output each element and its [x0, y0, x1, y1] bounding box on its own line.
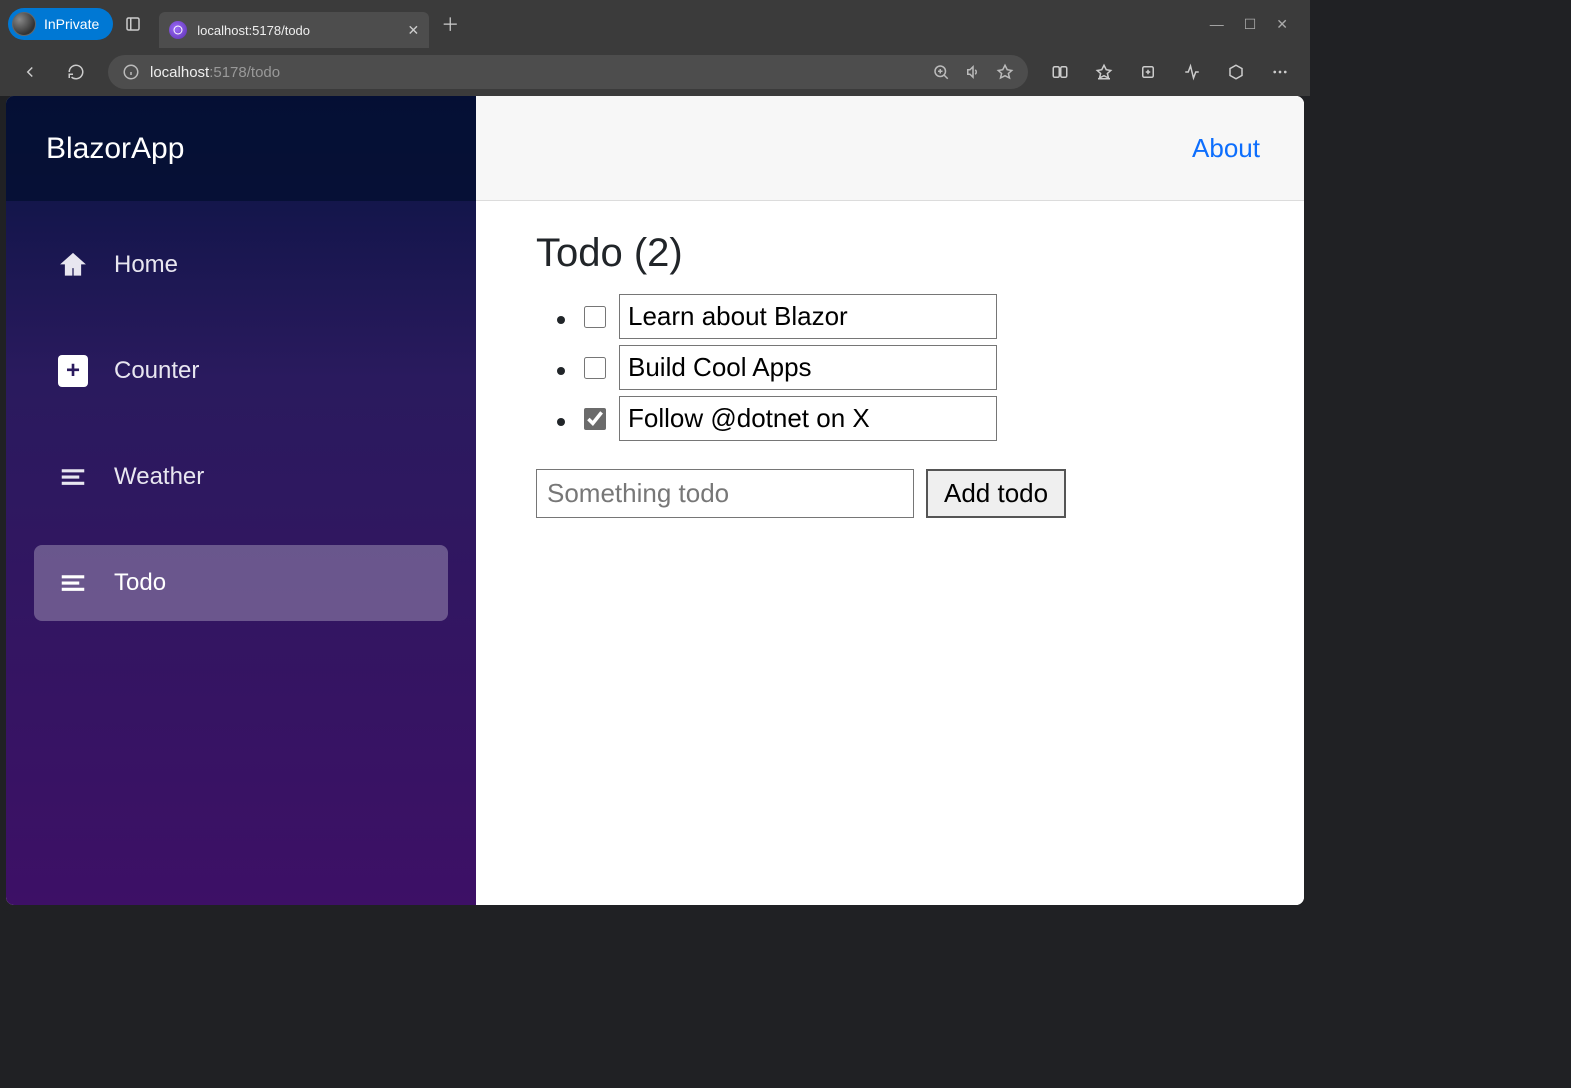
back-button[interactable]	[10, 54, 50, 90]
refresh-button[interactable]	[56, 54, 96, 90]
app-brand[interactable]: BlazorApp	[6, 96, 476, 201]
list-icon	[58, 568, 88, 598]
todo-item	[580, 345, 1244, 390]
inprivate-badge[interactable]: InPrivate	[8, 8, 113, 40]
todo-title-input[interactable]	[619, 396, 997, 441]
todo-title-input[interactable]	[619, 345, 997, 390]
favorites-icon[interactable]	[1084, 54, 1124, 90]
inprivate-label: InPrivate	[44, 16, 99, 32]
performance-icon[interactable]	[1172, 54, 1212, 90]
tab-actions-button[interactable]	[113, 6, 153, 42]
new-tab-button[interactable]: ＋	[441, 11, 459, 37]
plus-icon: +	[58, 356, 88, 386]
page-content: Todo (2) Add todo	[476, 201, 1304, 548]
titlebar: InPrivate localhost:5178/todo ✕ ＋ — ☐ ✕	[0, 0, 1310, 48]
avatar-icon	[12, 12, 36, 36]
window-controls: — ☐ ✕	[1210, 16, 1302, 33]
sidebar-item-label: Home	[114, 251, 178, 279]
info-icon	[122, 63, 140, 81]
tab-title: localhost:5178/todo	[197, 23, 310, 38]
favicon-icon	[169, 21, 187, 39]
todo-title-input[interactable]	[619, 294, 997, 339]
address-text: localhost:5178/todo	[150, 64, 280, 81]
todo-checkbox[interactable]	[584, 408, 606, 430]
browser-window: InPrivate localhost:5178/todo ✕ ＋ — ☐ ✕	[0, 0, 1310, 911]
todo-list	[536, 294, 1244, 441]
sidebar-item-label: Counter	[114, 357, 199, 385]
todo-item	[580, 294, 1244, 339]
todo-item	[580, 396, 1244, 441]
sidebar-item-label: Todo	[114, 569, 166, 597]
add-todo-button[interactable]: Add todo	[926, 469, 1066, 518]
menu-button[interactable]	[1260, 54, 1300, 90]
minimize-icon[interactable]: —	[1210, 16, 1224, 33]
close-tab-icon[interactable]: ✕	[408, 22, 420, 39]
favorite-icon[interactable]	[996, 63, 1014, 81]
sidebar-item-label: Weather	[114, 463, 204, 491]
browser-tab[interactable]: localhost:5178/todo ✕	[159, 12, 429, 48]
extensions-icon[interactable]	[1216, 54, 1256, 90]
maximize-icon[interactable]: ☐	[1244, 16, 1257, 33]
sidebar-item-counter[interactable]: + Counter	[34, 333, 448, 409]
main-area: About Todo (2) Add todo	[476, 96, 1304, 905]
top-row: About	[476, 96, 1304, 201]
sidebar-nav: Home + Counter Weather Todo	[6, 201, 476, 647]
split-screen-icon[interactable]	[1040, 54, 1080, 90]
zoom-icon[interactable]	[932, 63, 950, 81]
sidebar-item-home[interactable]: Home	[34, 227, 448, 303]
home-icon	[58, 250, 88, 280]
sidebar-item-weather[interactable]: Weather	[34, 439, 448, 515]
page-viewport: BlazorApp Home + Counter Weather Todo About …	[6, 96, 1304, 905]
address-bar[interactable]: localhost:5178/todo	[108, 55, 1028, 89]
todo-checkbox[interactable]	[584, 357, 606, 379]
list-icon	[58, 462, 88, 492]
page-title: Todo (2)	[536, 231, 1244, 276]
browser-toolbar: localhost:5178/todo	[0, 48, 1310, 96]
sidebar-item-todo[interactable]: Todo	[34, 545, 448, 621]
new-todo-input[interactable]	[536, 469, 914, 518]
read-aloud-icon[interactable]	[964, 63, 982, 81]
collections-icon[interactable]	[1128, 54, 1168, 90]
about-link[interactable]: About	[1192, 133, 1260, 164]
todo-checkbox[interactable]	[584, 306, 606, 328]
close-window-icon[interactable]: ✕	[1276, 16, 1288, 33]
sidebar: BlazorApp Home + Counter Weather Todo	[6, 96, 476, 905]
add-todo-row: Add todo	[536, 469, 1244, 518]
